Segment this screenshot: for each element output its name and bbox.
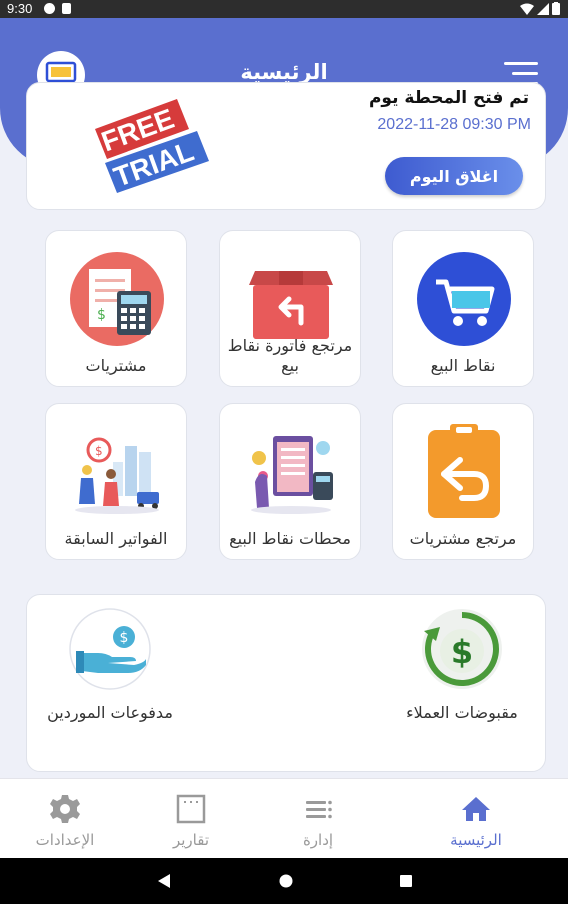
home-icon bbox=[462, 797, 490, 821]
system-navigation-bar bbox=[0, 858, 568, 904]
tile-pos-label: نقاط البيع bbox=[430, 356, 496, 375]
menu-line bbox=[512, 72, 538, 75]
return-clipboard-icon bbox=[428, 424, 500, 518]
svg-text:$: $ bbox=[95, 444, 103, 458]
nav-reports[interactable]: تقارير bbox=[136, 779, 246, 859]
svg-text:$: $ bbox=[120, 630, 129, 646]
gear-icon bbox=[50, 795, 80, 823]
nav-home[interactable]: الرئيسية bbox=[421, 779, 531, 859]
back-icon[interactable] bbox=[156, 873, 172, 889]
pos-stations-icon bbox=[251, 436, 333, 514]
customer-receipts-icon: $ bbox=[422, 609, 502, 689]
free-trial-badge: FREE TRIAL bbox=[95, 99, 209, 193]
return-box-icon bbox=[249, 271, 333, 339]
supplier-payments-label: مدفوعات الموردين bbox=[47, 703, 173, 722]
page-title: الرئيسية bbox=[240, 60, 328, 84]
tile-pos-stations-label: محطات نقاط البيع bbox=[229, 529, 351, 548]
receipt-calculator-icon: $ bbox=[70, 252, 164, 346]
previous-invoices-icon: $ bbox=[75, 437, 159, 514]
sd-card-icon bbox=[62, 3, 71, 14]
tile-previous-invoices-label: الفواتير السابقة bbox=[64, 529, 168, 548]
day-open-title: تم فتح المحطة يوم bbox=[368, 88, 529, 108]
status-time: 9:30 bbox=[7, 1, 33, 16]
battery-icon bbox=[552, 2, 560, 15]
wifi-icon bbox=[520, 3, 534, 15]
recents-icon[interactable] bbox=[398, 873, 414, 889]
svg-text:$: $ bbox=[451, 633, 473, 671]
menu-line bbox=[504, 62, 538, 65]
tile-purchases[interactable]: $ مشتريات bbox=[45, 230, 187, 387]
tile-previous-invoices[interactable]: $ الفواتير السابقة bbox=[45, 403, 187, 560]
tile-pos[interactable]: نقاط البيع bbox=[392, 230, 534, 387]
cart-icon bbox=[417, 252, 511, 346]
nav-home-label: الرئيسية bbox=[450, 831, 502, 849]
tile-pos-stations[interactable]: محطات نقاط البيع bbox=[219, 403, 361, 560]
tile-pos-invoice-return[interactable]: مرتجع فاتورة نقاط بيع bbox=[219, 230, 361, 387]
tile-purchase-return-label: مرتجع مشتريات bbox=[409, 529, 517, 548]
svg-text:$: $ bbox=[97, 307, 106, 323]
nav-reports-label: تقارير bbox=[172, 831, 210, 849]
payments-card: $ مقبوضات العملاء $ مدفوعات الموردين bbox=[26, 594, 546, 772]
system-indicators bbox=[520, 2, 560, 15]
day-open-datetime: 2022-11-28 09:30 PM bbox=[377, 116, 531, 133]
tile-pos-invoice-return-label: مرتجع فاتورة نقاط بيع bbox=[227, 336, 353, 375]
nav-management[interactable]: إدارة bbox=[263, 779, 373, 859]
day-status-card: تم فتح المحطة يوم 2022-11-28 09:30 PM اغ… bbox=[26, 82, 546, 210]
close-day-button[interactable]: اغلاق اليوم bbox=[385, 157, 523, 195]
tile-purchases-label: مشتريات bbox=[85, 356, 147, 375]
report-icon bbox=[176, 794, 206, 824]
signal-icon bbox=[537, 2, 549, 15]
nav-settings-label: الإعدادات bbox=[35, 831, 95, 849]
list-icon bbox=[306, 800, 332, 819]
supplier-payments-icon: $ bbox=[69, 608, 151, 690]
bottom-navigation: الرئيسية إدارة تقارير الإعدادات bbox=[0, 778, 568, 858]
customer-receipts-label: مقبوضات العملاء bbox=[406, 703, 518, 722]
home-circle-icon[interactable] bbox=[278, 873, 294, 889]
nav-settings[interactable]: الإعدادات bbox=[10, 779, 120, 859]
tile-purchase-return[interactable]: مرتجع مشتريات bbox=[392, 403, 534, 560]
notification-icon bbox=[44, 3, 55, 14]
status-bar: 9:30 bbox=[0, 0, 568, 18]
nav-management-label: إدارة bbox=[302, 831, 334, 849]
